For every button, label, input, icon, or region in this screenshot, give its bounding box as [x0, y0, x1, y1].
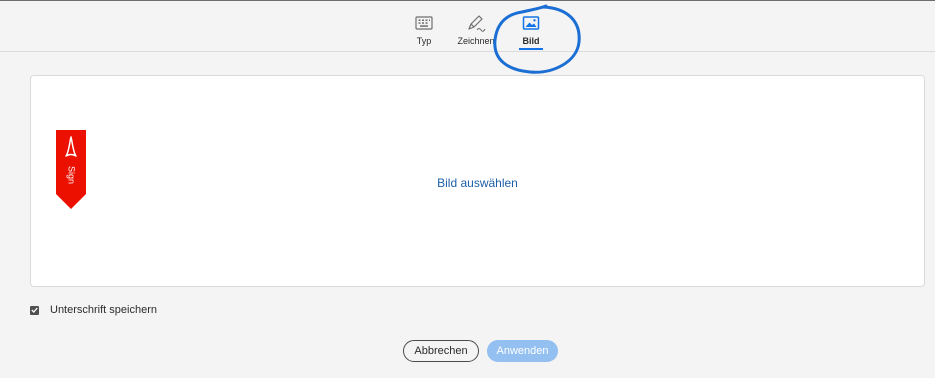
- tab-zeichnen-label: Zeichnen: [457, 36, 495, 46]
- checkmark-icon: [31, 307, 38, 313]
- save-signature-row: Unterschrift speichern: [30, 303, 157, 317]
- tab-bild[interactable]: Bild: [501, 14, 561, 46]
- select-image-link[interactable]: Bild auswählen: [31, 176, 924, 190]
- tab-typ-label: Typ: [416, 36, 432, 46]
- signature-mode-tabs: Typ Zeichnen Bild: [0, 1, 935, 52]
- pen-icon: [468, 15, 486, 32]
- selected-tab-indicator: [519, 48, 543, 50]
- cancel-button[interactable]: Abbrechen: [403, 340, 479, 362]
- apply-button[interactable]: Anwenden: [487, 340, 558, 362]
- save-signature-checkbox[interactable]: [30, 305, 39, 315]
- keyboard-icon: [415, 16, 433, 30]
- image-icon: [522, 16, 540, 30]
- adobe-sign-logo: Sign: [56, 130, 86, 209]
- save-signature-label: Unterschrift speichern: [50, 304, 157, 316]
- signature-canvas[interactable]: Sign Bild auswählen: [30, 75, 925, 287]
- tab-zeichnen[interactable]: Zeichnen: [446, 14, 506, 46]
- tab-typ[interactable]: Typ: [394, 14, 454, 46]
- tab-bild-label: Bild: [522, 36, 540, 46]
